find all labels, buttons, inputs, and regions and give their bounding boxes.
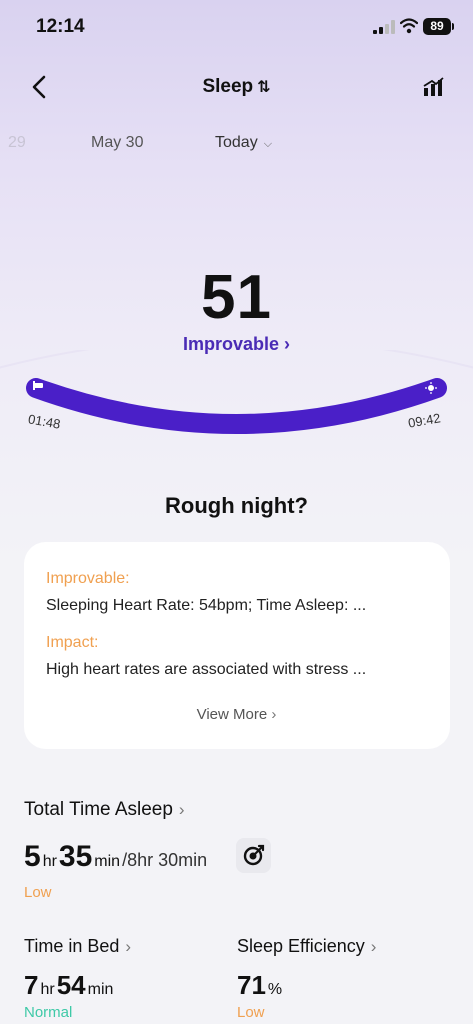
sleep-efficiency-value: 71% [237,970,284,1001]
signal-icon [373,20,395,34]
status-time: 12:14 [36,16,85,37]
asleep-hours: 5 [24,840,41,873]
chevron-right-icon: › [125,937,132,956]
total-time-asleep-value: 5 hr35 min/8hr 30min [24,840,207,874]
improvable-text: Sleeping Heart Rate: 54bpm; Time Asleep:… [46,597,367,614]
asleep-status: Low [24,884,52,901]
target-icon[interactable] [236,838,271,873]
time-in-bed-link[interactable]: Time in Bed › [24,936,131,957]
sleep-timeline-arc [0,350,473,434]
efficiency-unit: % [267,981,283,998]
efficiency-number: 71 [237,970,266,1000]
bed-minutes: 54 [56,970,86,1000]
date-previous[interactable]: 29 [8,134,26,152]
improvable-label: Improvable: [46,570,130,587]
chevron-right-icon: › [178,800,185,819]
total-time-asleep-link[interactable]: Total Time Asleep › [24,799,185,821]
asleep-minutes: 35 [58,840,93,873]
asleep-hours-unit: hr [42,853,57,870]
time-in-bed-value: 7 hr54 min [24,970,115,1001]
sleep-efficiency-link[interactable]: Sleep Efficiency › [237,936,376,957]
date-today-label: Today [215,134,258,151]
impact-text: High heart rates are associated with str… [46,661,367,678]
sleep-efficiency-title: Sleep Efficiency [237,936,365,956]
sort-icon: ⇅ [257,79,271,96]
chevron-right-icon: › [267,706,277,723]
sleep-score: 51 [201,263,272,332]
asleep-minutes-unit: min [94,853,121,870]
view-more-button[interactable]: View More › [0,706,473,723]
chart-icon[interactable] [422,76,444,98]
asleep-goal: /8hr 30min [122,850,208,870]
date-selected[interactable]: May 30 [91,134,143,152]
time-in-bed-status: Normal [24,1004,73,1021]
impact-label: Impact: [46,634,99,651]
wifi-icon [400,18,418,34]
date-today-dropdown[interactable]: Today ⌵ [215,134,272,152]
page-title: Sleep [202,76,254,97]
bed-minutes-unit: min [87,981,114,998]
battery-indicator: 89 [423,18,454,35]
page-title-row[interactable]: Sleep ⇅ [0,76,473,98]
time-in-bed-title: Time in Bed [24,936,120,956]
total-time-asleep-title: Total Time Asleep [24,799,173,820]
chevron-down-icon: ⌵ [263,138,273,150]
view-more-label: View More [196,706,268,723]
insight-heading: Rough night? [165,493,308,518]
bed-hours-unit: hr [40,981,55,998]
efficiency-status: Low [237,1004,265,1021]
bed-hours: 7 [24,970,39,1000]
chevron-right-icon: › [370,937,377,956]
